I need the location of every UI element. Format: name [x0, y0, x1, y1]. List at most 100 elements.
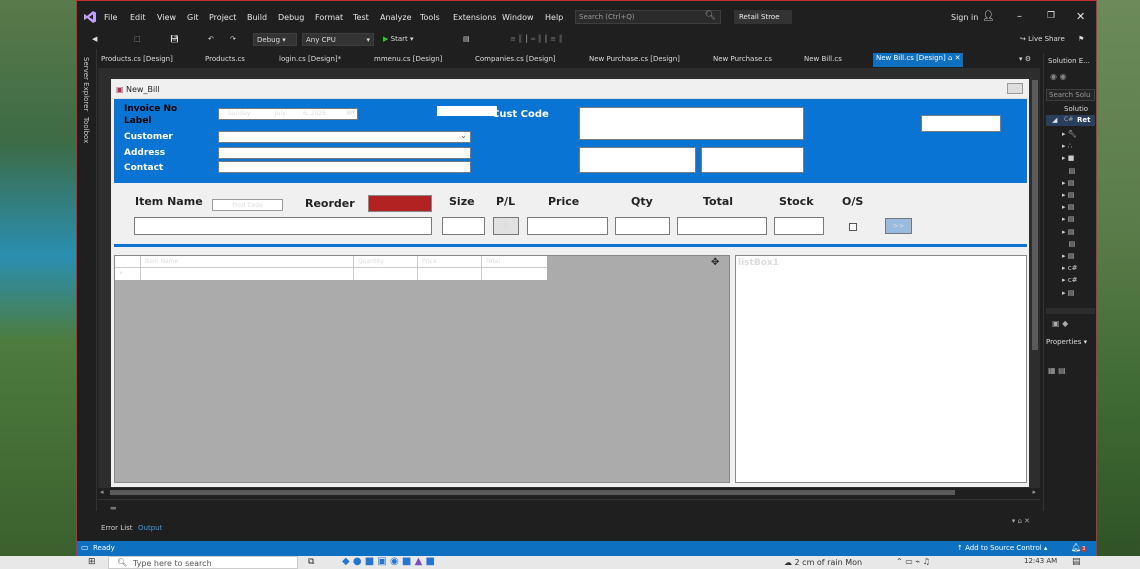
error-list-tab[interactable]: Error List — [101, 524, 133, 532]
customer-notes-field[interactable] — [579, 107, 804, 140]
add-source-control-button[interactable]: ↑ Add to Source Control ▴ — [957, 544, 1047, 552]
taskbar-search-box[interactable]: 🔍︎ Type here to search — [108, 556, 298, 569]
save-icon[interactable]: 💾︎ — [167, 33, 182, 46]
size-field[interactable] — [442, 217, 485, 235]
configuration-dropdown[interactable]: Debug ▾ — [253, 33, 297, 46]
tab-new-purchase[interactable]: New Purchase.cs — [713, 55, 772, 63]
grid-cell[interactable] — [418, 268, 482, 280]
redo-icon[interactable]: ↷ — [227, 33, 239, 46]
expand-icon[interactable]: ◢ — [1052, 116, 1057, 124]
menu-window[interactable]: Window — [502, 13, 534, 22]
calendar-icon[interactable]: ▤▾ — [346, 109, 355, 116]
grid-col-item-name[interactable]: Item Name — [141, 256, 354, 268]
start-button[interactable]: ▶︎ Start ▾ — [380, 33, 430, 46]
toolbar-misc-icon[interactable]: ▤ — [460, 33, 473, 46]
designer-vertical-scrollbar[interactable] — [1030, 68, 1040, 488]
form-minimize-icon[interactable] — [1007, 83, 1023, 94]
tab-companies-design[interactable]: Companies.cs [Design] — [475, 55, 556, 63]
scroll-left-icon[interactable]: ◂ — [100, 488, 104, 496]
output-tab[interactable]: Output — [138, 524, 162, 532]
pin-icon[interactable]: ⚑ — [1075, 33, 1087, 46]
project-tree-items[interactable]: ▸ 🔧︎ ▸ ∴ ▸ ■ ▤ ▸ ▤ ▸ ▤ ▸ ▤ ▸ ▤ ▸ ▤ ▤ ▸ ▤ ▸ c# ▸ c#… — [1062, 128, 1077, 299]
project-node-row[interactable]: ◢ C# Ret — [1046, 115, 1095, 126]
menu-edit[interactable]: Edit — [130, 13, 146, 22]
properties-tab[interactable]: Properties ▾ — [1046, 338, 1087, 346]
clock[interactable]: 12:43 AM — [1024, 557, 1057, 565]
task-view-icon[interactable]: ⧉ — [308, 557, 314, 567]
sign-in-link[interactable]: Sign in — [951, 13, 978, 22]
tab-new-bill-design[interactable]: New Bill.cs [Design] ⌂ ✕ — [873, 53, 964, 67]
grid-col-price[interactable]: Price — [418, 256, 482, 268]
minimize-icon[interactable]: – — [1017, 11, 1022, 22]
move-handle-icon[interactable]: ✥ — [711, 257, 719, 268]
menu-view[interactable]: View — [157, 13, 176, 22]
restore-icon[interactable]: ❐ — [1047, 11, 1055, 21]
weather-widget[interactable]: ☁︎ 2 cm of rain Mon — [784, 558, 862, 567]
tray-icons[interactable]: ⌃ ▭ ⌁ ♫ — [896, 557, 930, 566]
cust-code-field[interactable] — [921, 115, 1001, 132]
windows-start-icon[interactable]: ⊞ — [88, 557, 96, 567]
menu-file[interactable]: File — [104, 13, 117, 22]
panel-tool-icons[interactable]: ▣ ◆ — [1052, 319, 1068, 328]
items-grid[interactable]: Item Name Quantity Price Total * ✥ — [114, 255, 730, 483]
scroll-thumb[interactable] — [110, 490, 955, 495]
notifications-icon[interactable]: 🔔︎3 — [1071, 543, 1087, 552]
tab-login-design[interactable]: login.cs [Design]* — [279, 55, 341, 63]
properties-view-icons[interactable]: ▦ ▤ — [1048, 366, 1066, 375]
solution-node[interactable]: Solutio — [1064, 105, 1088, 113]
tab-mmenu-design[interactable]: mmenu.cs [Design] — [374, 55, 442, 63]
contact-field[interactable] — [218, 161, 471, 173]
solution-search-input[interactable]: Search Solu — [1046, 89, 1095, 101]
form-new-bill[interactable]: ▣ New_Bill Invoice No Label Sunday July … — [111, 79, 1029, 487]
undo-icon[interactable]: ↶ — [205, 33, 217, 46]
menu-test[interactable]: Test — [353, 13, 369, 22]
grid-cell[interactable] — [354, 268, 418, 280]
new-project-icon[interactable]: ⬚ — [131, 33, 144, 46]
qty-field[interactable] — [615, 217, 670, 235]
stock-field[interactable] — [774, 217, 824, 235]
account-icon[interactable]: 👤︎ — [982, 11, 995, 22]
tab-products[interactable]: Products.cs — [205, 55, 245, 63]
notification-center-icon[interactable]: ▤ — [1072, 557, 1081, 567]
tab-new-bill[interactable]: New Bill.cs — [804, 55, 842, 63]
close-icon[interactable]: ✕ — [1076, 10, 1085, 23]
add-item-button[interactable]: >> — [885, 218, 912, 234]
tab-overflow-icon[interactable]: ▾ ⚙︎ — [1019, 55, 1031, 63]
l-button[interactable]: L — [493, 217, 519, 235]
tab-new-purchase-design[interactable]: New Purchase.cs [Design] — [589, 55, 680, 63]
menu-tools[interactable]: Tools — [420, 13, 440, 22]
nav-icons[interactable]: ◉ ◉ — [1050, 72, 1067, 81]
live-share-button[interactable]: ↪ Live Share — [1017, 33, 1068, 46]
address-field[interactable] — [218, 147, 471, 159]
info-field-1[interactable] — [579, 147, 696, 173]
menu-help[interactable]: Help — [545, 13, 563, 22]
panel-scrollbar[interactable] — [1046, 308, 1095, 314]
menu-build[interactable]: Build — [247, 13, 267, 22]
tab-products-design[interactable]: Products.cs [Design] — [101, 55, 173, 63]
invoice-no-field[interactable] — [436, 105, 498, 117]
total-field[interactable] — [677, 217, 767, 235]
customer-combo[interactable]: ⌄ — [218, 131, 471, 143]
menu-analyze[interactable]: Analyze — [380, 13, 412, 22]
os-checkbox[interactable] — [849, 223, 857, 231]
listbox1[interactable]: listBox1 — [735, 255, 1027, 483]
info-field-2[interactable] — [701, 147, 804, 173]
server-explorer-tab[interactable]: Server Explorer — [82, 57, 90, 111]
prod-code-field[interactable]: Prod Code — [212, 199, 283, 211]
designer-horizontal-scrollbar[interactable]: ◂ ▸ — [98, 488, 1040, 497]
nav-back-icon[interactable]: ◀︎ — [89, 33, 100, 46]
grid-cell[interactable] — [482, 268, 547, 280]
price-field[interactable] — [527, 217, 608, 235]
scroll-right-icon[interactable]: ▸ — [1032, 488, 1036, 496]
menu-project[interactable]: Project — [209, 13, 236, 22]
grid-col-quantity[interactable]: Quantity — [354, 256, 418, 268]
grid-cell[interactable] — [141, 268, 354, 280]
date-picker[interactable]: Sunday July 6, 2025 ▤▾ — [218, 108, 358, 120]
menu-debug[interactable]: Debug — [278, 13, 304, 22]
menu-git[interactable]: Git — [187, 13, 199, 22]
platform-dropdown[interactable]: Any CPU ▾ — [302, 33, 374, 46]
grid-col-total[interactable]: Total — [482, 256, 547, 268]
toolbox-tab[interactable]: Toolbox — [82, 117, 90, 143]
search-input[interactable]: Search (Ctrl+Q) 🔍︎ — [575, 10, 721, 24]
taskbar-app-icons[interactable]: ◆ ● ■ ▣ ◉ ■ ▲ ■ — [342, 556, 435, 567]
